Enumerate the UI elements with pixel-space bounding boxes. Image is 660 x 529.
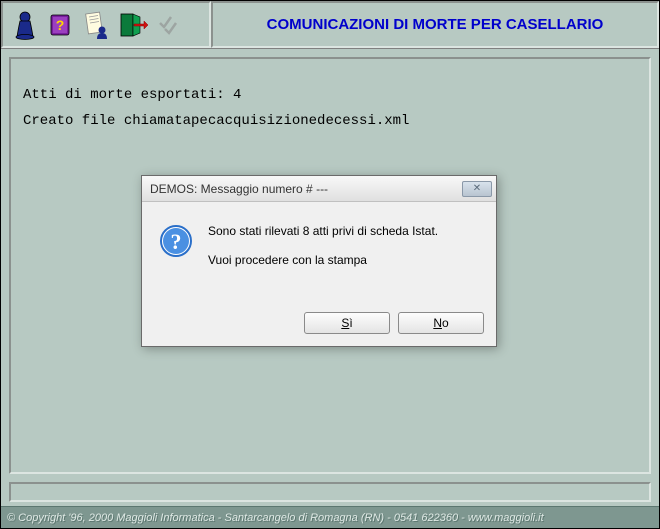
header: ?: [1, 1, 659, 49]
dialog-title: DEMOS: Messaggio numero # ---: [150, 182, 462, 196]
dialog-message-line: Vuoi procedere con la stampa: [208, 251, 480, 270]
close-icon[interactable]: ✕: [462, 181, 492, 197]
output-line: Atti di morte esportati: 4: [23, 87, 637, 103]
scroll-user-icon[interactable]: [79, 7, 115, 43]
dialog-message-line: Sono stati rilevati 8 atti privi di sche…: [208, 222, 480, 241]
dialog-body: ? Sono stati rilevati 8 atti privi di sc…: [142, 202, 496, 302]
message-dialog: DEMOS: Messaggio numero # --- ✕ ? Sono s…: [141, 175, 497, 347]
dialog-titlebar[interactable]: DEMOS: Messaggio numero # --- ✕: [142, 176, 496, 202]
svg-text:?: ?: [56, 17, 65, 33]
exit-door-icon[interactable]: [115, 7, 151, 43]
bottom-panel: [9, 482, 651, 502]
status-text: © Copyright '96, 2000 Maggioli Informati…: [7, 512, 544, 524]
help-book-icon[interactable]: ?: [43, 7, 79, 43]
app-title: COMUNICAZIONI DI MORTE PER CASELLARIO: [267, 16, 604, 34]
status-bar: © Copyright '96, 2000 Maggioli Informati…: [1, 506, 659, 528]
svg-text:?: ?: [171, 229, 182, 254]
question-icon: ?: [158, 222, 194, 286]
pawn-icon[interactable]: [7, 7, 43, 43]
checkmarks-icon[interactable]: [151, 7, 187, 43]
yes-button[interactable]: Sì: [304, 312, 390, 334]
title-area: COMUNICAZIONI DI MORTE PER CASELLARIO: [211, 1, 659, 48]
dialog-buttons: Sì No: [142, 302, 496, 346]
dialog-message: Sono stati rilevati 8 atti privi di sche…: [208, 222, 480, 286]
output-line: Creato file chiamatapecacquisizionedeces…: [23, 113, 637, 129]
toolbar: ?: [1, 1, 211, 48]
no-button[interactable]: No: [398, 312, 484, 334]
